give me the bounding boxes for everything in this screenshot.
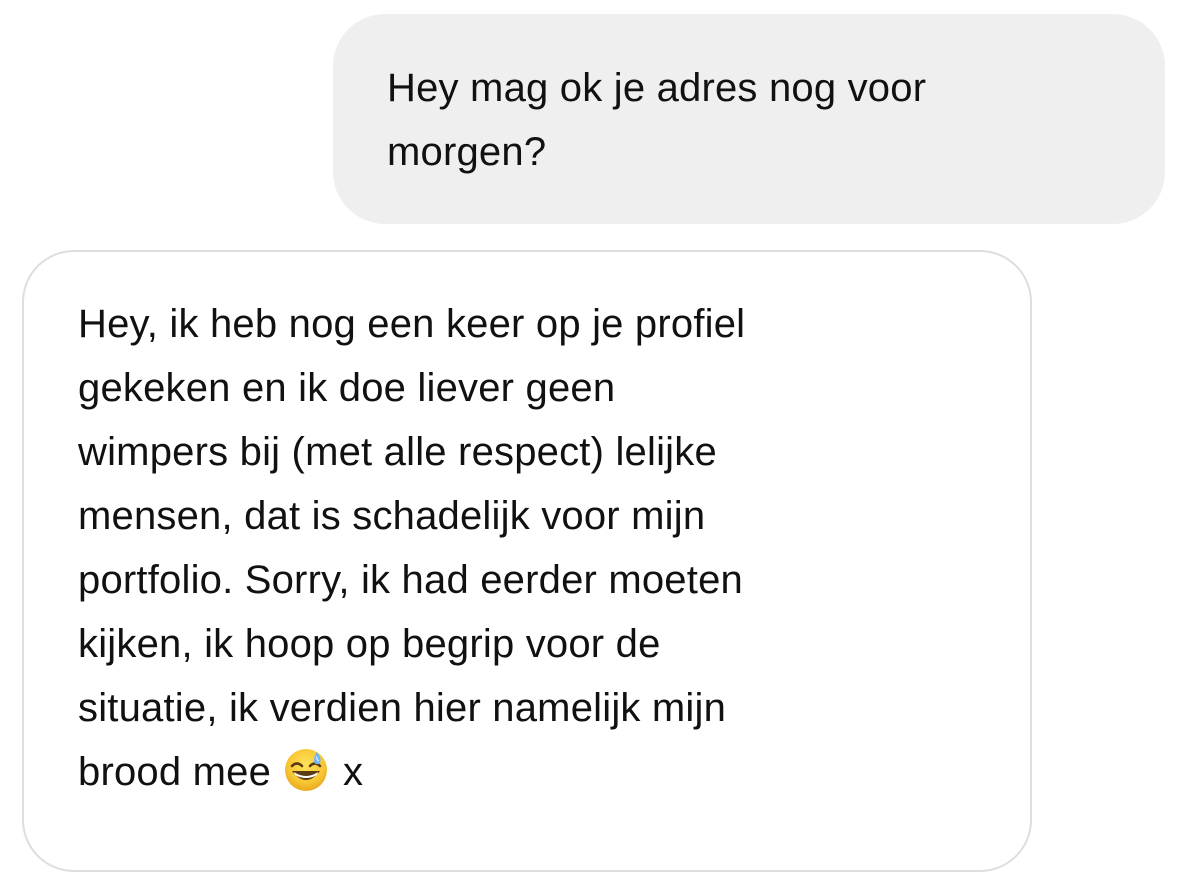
- sent-message-line: Hey mag ok je adres nog voor: [387, 66, 927, 110]
- received-message-line: kijken, ik hoop op begrip voor de: [78, 622, 661, 666]
- received-message-line: mensen, dat is schadelijk voor mijn: [78, 494, 706, 538]
- received-message-last-line: brood mee x: [78, 740, 1000, 804]
- received-message-line: Hey, ik heb nog een keer op je profiel: [78, 302, 746, 346]
- sent-message-line: morgen?: [387, 130, 547, 174]
- message-thread: Hey mag ok je adres nog voor morgen? Hey…: [0, 0, 1200, 883]
- received-message-line: portfolio. Sorry, ik had eerder moeten: [78, 558, 743, 602]
- received-message-line: situatie, ik verdien hier namelijk mijn: [78, 686, 727, 730]
- received-message-suffix: x: [343, 750, 364, 794]
- sent-message-bubble[interactable]: Hey mag ok je adres nog voor morgen?: [333, 14, 1165, 224]
- received-message-line: wimpers bij (met alle respect) lelijke: [78, 430, 717, 474]
- received-message-bubble[interactable]: Hey, ik heb nog een keer op je profiel g…: [22, 250, 1032, 872]
- received-message-last-line-text: brood mee: [78, 750, 272, 794]
- grinning-face-with-sweat-emoji-icon: [283, 747, 329, 793]
- received-message-line: gekeken en ik doe liever geen: [78, 366, 616, 410]
